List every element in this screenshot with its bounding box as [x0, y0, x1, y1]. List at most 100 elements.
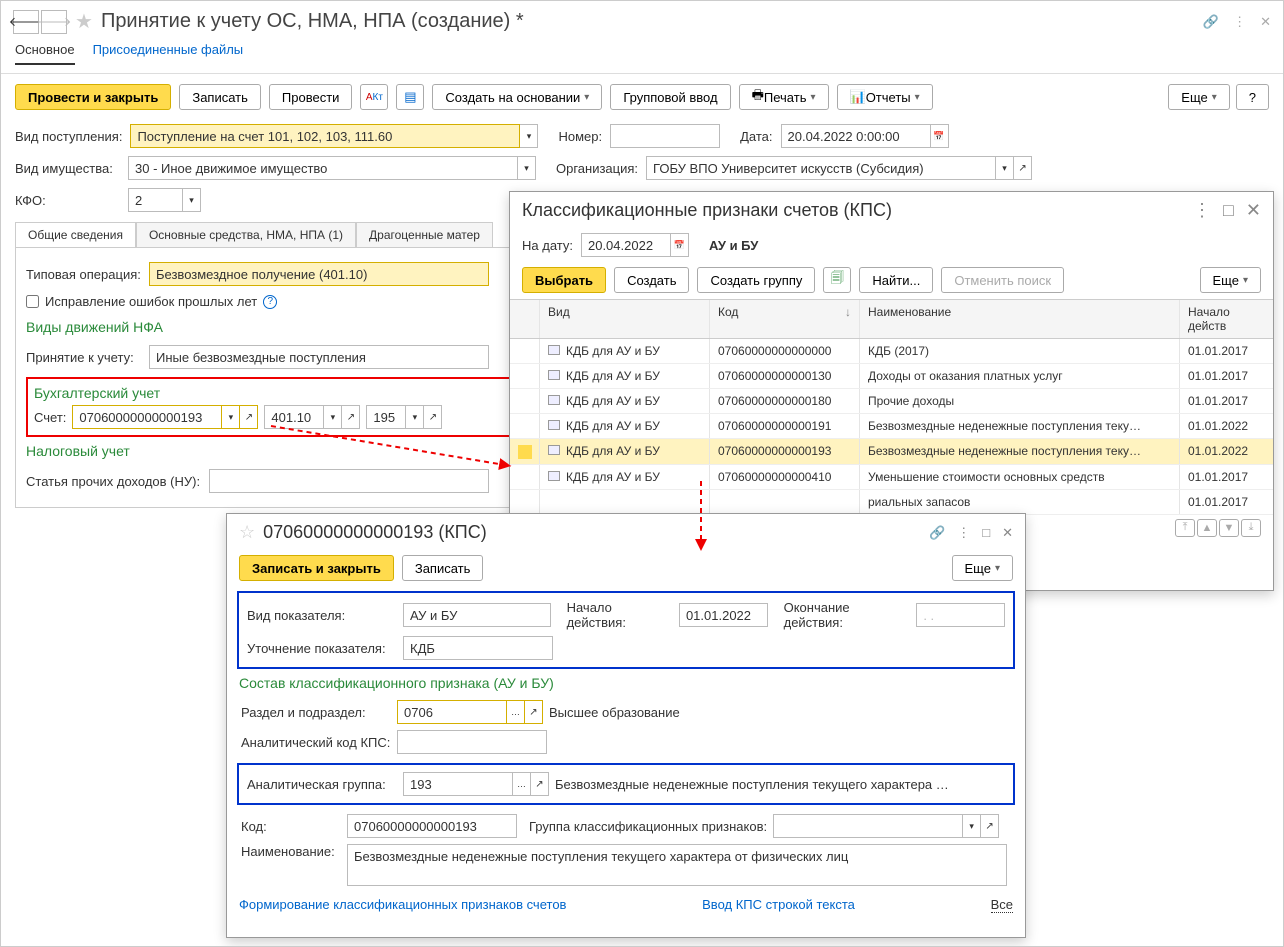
- detail-save-close-button[interactable]: Записать и закрыть: [239, 555, 394, 581]
- kps-find-button[interactable]: Найти...: [859, 267, 933, 293]
- property-field[interactable]: 30 - Иное движимое имущество: [128, 156, 518, 180]
- section-subsection-open[interactable]: ↗: [525, 700, 543, 724]
- analytic-group-open[interactable]: ↗: [531, 772, 549, 796]
- analytic-group-field[interactable]: 193: [403, 772, 513, 796]
- link-icon[interactable]: 🔗: [1203, 14, 1219, 30]
- refine-field[interactable]: КДБ: [403, 636, 553, 660]
- start-field[interactable]: 01.01.2022: [679, 603, 768, 627]
- table-row[interactable]: КДБ для АУ и БУ07060000000000180Прочие д…: [510, 389, 1273, 414]
- type-receipt-label: Вид поступления:: [15, 129, 122, 144]
- account-kps-field[interactable]: 07060000000000193: [72, 405, 222, 429]
- section-subsection-dots[interactable]: …: [507, 700, 525, 724]
- kps-kebab-icon[interactable]: ⋮: [1193, 200, 1211, 221]
- kps-close-icon[interactable]: ✕: [1246, 200, 1261, 221]
- report-icon[interactable]: ▤: [396, 84, 424, 110]
- fix-errors-checkbox[interactable]: [26, 295, 39, 308]
- save-button[interactable]: Записать: [179, 84, 261, 110]
- link-form-kps[interactable]: Формирование классификационных признаков…: [239, 897, 566, 913]
- link-string-kps[interactable]: Ввод КПС строкой текста: [702, 897, 855, 913]
- group-input-button[interactable]: Групповой ввод: [610, 84, 730, 110]
- table-row[interactable]: КДБ для АУ и БУ07060000000000193Безвозме…: [510, 439, 1273, 465]
- detail-maximize-icon[interactable]: □: [982, 525, 990, 541]
- tab-metals[interactable]: Драгоценные матер: [356, 222, 493, 247]
- analytic-code-field[interactable]: [397, 730, 547, 754]
- account-kek-dropdown[interactable]: ▾: [406, 405, 424, 429]
- detail-kebab-icon[interactable]: ⋮: [957, 525, 970, 541]
- indicator-type-field[interactable]: АУ и БУ: [403, 603, 551, 627]
- acceptance-field[interactable]: Иные безвозмездные поступления: [149, 345, 489, 369]
- type-receipt-dropdown[interactable]: ▾: [520, 124, 538, 148]
- tax-income-field[interactable]: [209, 469, 489, 493]
- help-icon[interactable]: ?: [263, 295, 277, 309]
- reports-button[interactable]: 📊 Отчеты: [837, 84, 933, 110]
- close-icon[interactable]: ✕: [1260, 14, 1271, 30]
- tab-main[interactable]: Основное: [15, 42, 75, 65]
- dt-kt-icon[interactable]: АКт: [360, 84, 388, 110]
- date-field[interactable]: 20.04.2022 0:00:00: [781, 124, 931, 148]
- analytic-group-dots[interactable]: …: [513, 772, 531, 796]
- detail-close-icon[interactable]: ✕: [1002, 525, 1013, 541]
- table-row[interactable]: КДБ для АУ и БУ07060000000000130Доходы о…: [510, 364, 1273, 389]
- detail-save-button[interactable]: Записать: [402, 555, 484, 581]
- post-button[interactable]: Провести: [269, 84, 353, 110]
- help-button[interactable]: ?: [1236, 84, 1269, 110]
- account-sub-dropdown[interactable]: ▾: [324, 405, 342, 429]
- kps-col-code[interactable]: Код ↓: [710, 300, 860, 338]
- name-field[interactable]: Безвозмездные неденежные поступления тек…: [347, 844, 1007, 886]
- kfo-dropdown[interactable]: ▾: [183, 188, 201, 212]
- account-sub-open[interactable]: ↗: [342, 405, 360, 429]
- kebab-icon[interactable]: ⋮: [1233, 14, 1246, 30]
- org-open-icon[interactable]: ↗: [1014, 156, 1032, 180]
- detail-star-icon[interactable]: ☆: [239, 522, 255, 543]
- grid-nav-buttons[interactable]: ⤒ ▲ ▼ ⤓: [1175, 519, 1261, 537]
- kps-more-button[interactable]: Еще: [1200, 267, 1261, 293]
- typical-op-field[interactable]: Безвозмездное получение (401.10): [149, 262, 489, 286]
- table-row[interactable]: риальных запасов01.01.2017: [510, 490, 1273, 515]
- print-button[interactable]: 🖶 Печать: [739, 84, 829, 110]
- property-dropdown[interactable]: ▾: [518, 156, 536, 180]
- table-row[interactable]: КДБ для АУ и БУ07060000000000191Безвозме…: [510, 414, 1273, 439]
- account-kek-open[interactable]: ↗: [424, 405, 442, 429]
- account-sub-field[interactable]: 401.10: [264, 405, 324, 429]
- link-all[interactable]: Все: [991, 897, 1013, 913]
- favorite-icon[interactable]: ★: [75, 9, 93, 34]
- org-dropdown[interactable]: ▾: [996, 156, 1014, 180]
- kps-copy-icon[interactable]: 🗐: [823, 267, 851, 293]
- kps-col-start[interactable]: Начало действ: [1180, 300, 1270, 338]
- table-row[interactable]: КДБ для АУ и БУ07060000000000000КДБ (201…: [510, 339, 1273, 364]
- kps-cancel-search-button[interactable]: Отменить поиск: [941, 267, 1064, 293]
- detail-link-icon[interactable]: 🔗: [929, 525, 945, 541]
- type-receipt-field[interactable]: Поступление на счет 101, 102, 103, 111.6…: [130, 124, 520, 148]
- more-button[interactable]: Еще: [1168, 84, 1229, 110]
- group-dropdown[interactable]: ▾: [963, 814, 981, 838]
- kps-date-field[interactable]: 20.04.2022: [581, 233, 671, 257]
- tab-attached[interactable]: Присоединенные файлы: [93, 42, 244, 65]
- code-field[interactable]: 07060000000000193: [347, 814, 517, 838]
- account-kps-dropdown[interactable]: ▾: [222, 405, 240, 429]
- kps-col-type[interactable]: Вид: [540, 300, 710, 338]
- kps-create-button[interactable]: Создать: [614, 267, 689, 293]
- kps-maximize-icon[interactable]: □: [1223, 200, 1234, 221]
- org-field[interactable]: ГОБУ ВПО Университет искусств (Субсидия): [646, 156, 996, 180]
- create-based-button[interactable]: Создать на основании: [432, 84, 602, 110]
- tab-general[interactable]: Общие сведения: [15, 222, 136, 247]
- account-kps-open[interactable]: ↗: [240, 405, 258, 429]
- nav-back-button[interactable]: 🡐: [13, 10, 39, 34]
- detail-more-button[interactable]: Еще: [952, 555, 1013, 581]
- post-close-button[interactable]: Провести и закрыть: [15, 84, 171, 110]
- end-field[interactable]: . .: [916, 603, 1005, 627]
- tab-os[interactable]: Основные средства, НМА, НПА (1): [136, 222, 356, 247]
- kps-select-button[interactable]: Выбрать: [522, 267, 606, 293]
- nav-forward-button[interactable]: 🡒: [41, 10, 67, 34]
- group-field[interactable]: [773, 814, 963, 838]
- number-field[interactable]: [610, 124, 720, 148]
- kps-date-picker[interactable]: 📅: [671, 233, 689, 257]
- group-open[interactable]: ↗: [981, 814, 999, 838]
- kps-col-name[interactable]: Наименование: [860, 300, 1180, 338]
- table-row[interactable]: КДБ для АУ и БУ07060000000000410Уменьшен…: [510, 465, 1273, 490]
- account-kek-field[interactable]: 195: [366, 405, 406, 429]
- date-picker-icon[interactable]: 📅: [931, 124, 949, 148]
- section-subsection-field[interactable]: 0706: [397, 700, 507, 724]
- kps-create-group-button[interactable]: Создать группу: [697, 267, 815, 293]
- kfo-field[interactable]: 2: [128, 188, 183, 212]
